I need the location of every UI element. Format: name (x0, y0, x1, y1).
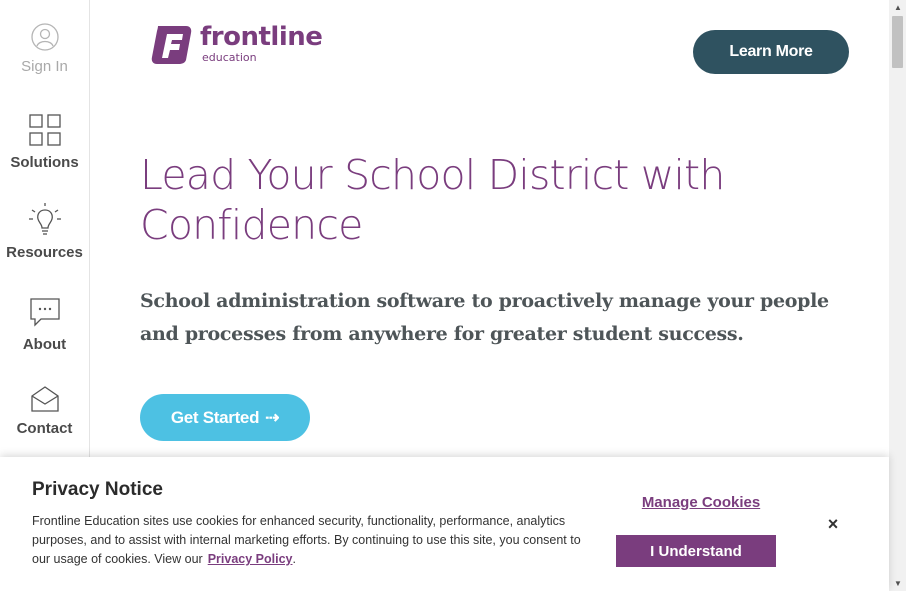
hero-subtitle: School administration software to proact… (140, 290, 829, 345)
scroll-up-arrow-icon[interactable]: ▲ (894, 3, 902, 12)
privacy-policy-link[interactable]: Privacy Policy (208, 552, 293, 566)
sidebar-item-label: Sign In (21, 58, 68, 75)
chat-icon (29, 298, 60, 327)
sidebar-item-solutions[interactable]: Solutions (0, 112, 89, 171)
frontline-logo-icon (151, 26, 192, 64)
get-started-button[interactable]: Get Started ⇢ (140, 394, 310, 441)
sidebar-item-contact[interactable]: Contact (0, 384, 89, 437)
logo-text: frontline education (200, 22, 323, 64)
sidebar-item-label: Solutions (10, 154, 79, 171)
learn-more-button[interactable]: Learn More (693, 30, 849, 74)
privacy-notice-body: Frontline Education sites use cookies fo… (32, 512, 592, 569)
page-scrollbar[interactable]: ▲ ▼ (889, 0, 906, 591)
frontline-logo[interactable]: frontline education (150, 22, 323, 68)
scroll-thumb[interactable] (892, 16, 903, 68)
privacy-notice-suffix: . (292, 552, 296, 566)
privacy-notice-banner: Privacy Notice Frontline Education sites… (0, 457, 889, 591)
privacy-notice-title: Privacy Notice (32, 479, 163, 500)
logo-subtext: education (202, 51, 257, 64)
lightbulb-icon (28, 203, 61, 235)
manage-cookies-link[interactable]: Manage Cookies (615, 494, 787, 511)
grid-icon (28, 114, 61, 146)
arrow-right-icon: ⇢ (265, 407, 280, 427)
sidebar-item-label: Contact (16, 420, 73, 437)
sidebar-item-resources[interactable]: Resources (0, 202, 89, 261)
sidebar-item-about[interactable]: About (0, 296, 89, 353)
hero-title: Lead Your School District with Confidenc… (140, 151, 725, 249)
scroll-down-arrow-icon[interactable]: ▼ (894, 579, 902, 588)
envelope-icon (30, 386, 59, 412)
close-icon[interactable]: × (824, 515, 842, 533)
i-understand-button[interactable]: I Understand (616, 535, 776, 567)
user-icon (30, 23, 59, 51)
get-started-label: Get Started (170, 407, 260, 427)
sidebar-item-sign-in[interactable]: Sign In (0, 22, 89, 75)
sidebar-item-label: About (22, 336, 67, 353)
logo-word: frontline (200, 22, 323, 52)
privacy-notice-text: Frontline Education sites use cookies fo… (32, 514, 581, 566)
sidebar-item-label: Resources (6, 244, 83, 261)
